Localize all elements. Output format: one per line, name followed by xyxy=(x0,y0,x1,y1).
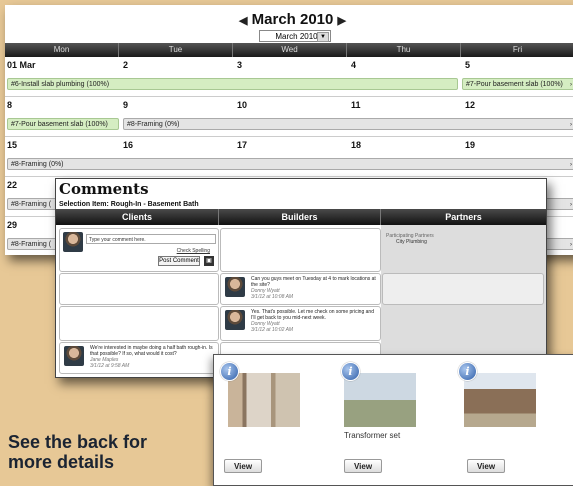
chevron-right-icon: › xyxy=(570,202,572,208)
comment-time: 3/1/12 at 10:08 AM xyxy=(251,294,294,300)
avatar xyxy=(63,232,83,252)
event-label: #7-Pour basement slab (100%) xyxy=(11,121,108,128)
weekday-thu: Thu xyxy=(347,43,461,57)
comment-card: Yes. That's possible. Let me check on so… xyxy=(220,306,381,341)
day-number[interactable]: 5 xyxy=(465,60,470,70)
comment-body: Can you guys meet on Tuesday at 4 to mar… xyxy=(251,276,376,288)
comment-input[interactable]: Type your comment here. xyxy=(86,234,216,244)
event-label: #8-Framing (0%) xyxy=(127,121,180,128)
comment-text: Yes. That's possible. Let me check on so… xyxy=(251,309,376,333)
day-number[interactable]: 17 xyxy=(237,140,247,150)
day-number[interactable]: 16 xyxy=(123,140,133,150)
weekday-wed: Wed xyxy=(233,43,347,57)
post-comment-button[interactable]: Post Comment xyxy=(158,256,200,266)
month-select[interactable]: March 2010 ▼ xyxy=(259,30,331,42)
month-title: March 2010 xyxy=(251,11,334,28)
avatar xyxy=(225,277,245,297)
info-icon[interactable]: i xyxy=(220,362,239,381)
day-number[interactable]: 01 Mar xyxy=(7,60,36,70)
photo-thumbnail[interactable] xyxy=(344,373,416,427)
day-number[interactable]: 12 xyxy=(465,100,475,110)
day-number[interactable]: 4 xyxy=(351,60,356,70)
comment-text: Can you guys meet on Tuesday at 4 to mar… xyxy=(251,276,376,300)
calendar-header: ◀ March 2010 ▶ March 2010 ▼ xyxy=(5,5,573,43)
column-partners: Partners xyxy=(445,212,482,222)
event-label: #8-Framing (0%) xyxy=(11,161,64,168)
day-number[interactable]: 29 xyxy=(7,220,17,230)
event-label: #8-Framing ( xyxy=(11,241,52,248)
view-button[interactable]: View xyxy=(344,459,382,473)
photo-caption: Transformer set xyxy=(344,431,401,440)
month-select-value: March 2010 xyxy=(275,32,318,41)
footer-note: See the back for more details xyxy=(8,432,147,472)
column-builders: Builders xyxy=(219,209,381,225)
calendar-week: 15 16 17 18 19 #8-Framing (0%) › xyxy=(5,137,573,177)
comments-panel: Comments Selection Item: Rough-In - Base… xyxy=(55,178,547,378)
day-number[interactable]: 8 xyxy=(7,100,12,110)
comment-card: We're interested in maybe doing a half b… xyxy=(59,342,219,374)
chevron-right-icon: › xyxy=(570,122,572,128)
clients-empty-cell xyxy=(59,306,219,341)
day-number[interactable]: 10 xyxy=(237,100,247,110)
day-number[interactable]: 18 xyxy=(351,140,361,150)
info-icon[interactable]: i xyxy=(341,362,360,381)
comment-time: 3/1/12 at 10:02 AM xyxy=(251,327,294,333)
event-label: #7-Pour basement slab (100%) xyxy=(466,81,563,88)
info-icon[interactable]: i xyxy=(458,362,477,381)
selection-item-label: Selection Item: Rough-In - Basement Bath xyxy=(59,201,199,208)
day-number[interactable]: 9 xyxy=(123,100,128,110)
clients-empty-cell xyxy=(59,273,219,305)
weekday-header-row: Mon Tue Wed Thu Fri xyxy=(5,43,573,57)
partner-name[interactable]: City Plumbing xyxy=(396,239,427,245)
camera-icon[interactable]: ▣ xyxy=(204,256,214,266)
calendar-event[interactable]: #6-Install slab plumbing (100%) xyxy=(7,78,458,90)
comments-column-header: Clients Builders Partners xyxy=(56,209,546,225)
view-button[interactable]: View xyxy=(467,459,505,473)
comment-body: We're interested in maybe doing a half b… xyxy=(90,345,213,357)
day-number[interactable]: 15 xyxy=(7,140,17,150)
day-number[interactable]: 3 xyxy=(237,60,242,70)
day-number[interactable]: 19 xyxy=(465,140,475,150)
footer-line-1: See the back for xyxy=(8,432,148,452)
calendar-event[interactable]: #7-Pour basement slab (100%) xyxy=(7,118,119,130)
chevron-right-icon: › xyxy=(570,82,572,88)
event-label: #6-Install slab plumbing (100%) xyxy=(11,81,110,88)
weekday-fri: Fri xyxy=(461,43,573,57)
calendar-week: 8 9 10 11 12 #7-Pour basement slab (100%… xyxy=(5,97,573,137)
day-number[interactable]: 22 xyxy=(7,180,17,190)
calendar-event[interactable]: #8-Framing (0%) › xyxy=(123,118,573,130)
check-spelling-link[interactable]: Check Spelling xyxy=(177,248,210,254)
chevron-down-icon[interactable]: ▼ xyxy=(317,32,329,42)
comments-title: Comments xyxy=(59,180,149,198)
comment-text: We're interested in maybe doing a half b… xyxy=(90,345,214,369)
photo-thumbnail[interactable] xyxy=(228,373,300,427)
calendar-event[interactable]: #8-Framing (0%) › xyxy=(7,158,573,170)
photo-thumbnail[interactable] xyxy=(464,373,536,427)
avatar xyxy=(64,346,84,366)
chevron-right-icon: › xyxy=(570,242,572,248)
month-title-row: ◀ March 2010 ▶ xyxy=(5,11,573,28)
calendar-week: 01 Mar 2 3 4 5 #6-Install slab plumbing … xyxy=(5,57,573,97)
photos-panel: i i i Transformer set View View View xyxy=(213,354,573,486)
builders-empty-cell xyxy=(220,228,381,272)
weekday-tue: Tue xyxy=(119,43,233,57)
avatar xyxy=(225,310,245,330)
event-label: #8-Framing ( xyxy=(11,201,52,208)
partners-cell xyxy=(382,273,544,305)
comment-body: Yes. That's possible. Let me check on so… xyxy=(251,309,374,321)
day-number[interactable]: 11 xyxy=(351,100,361,110)
comment-time: 3/1/12 at 9:58 AM xyxy=(90,363,130,369)
footer-line-2: more details xyxy=(8,452,115,472)
next-month-arrow-icon[interactable]: ▶ xyxy=(338,15,346,27)
chevron-right-icon: › xyxy=(570,162,572,168)
calendar-event[interactable]: #7-Pour basement slab (100%) › xyxy=(462,78,573,90)
comment-entry-box: Type your comment here. Check Spelling P… xyxy=(59,228,219,272)
day-number[interactable]: 2 xyxy=(123,60,128,70)
weekday-mon: Mon xyxy=(5,43,119,57)
comment-card: Can you guys meet on Tuesday at 4 to mar… xyxy=(220,273,381,305)
prev-month-arrow-icon[interactable]: ◀ xyxy=(239,15,247,27)
view-button[interactable]: View xyxy=(224,459,262,473)
column-clients: Clients xyxy=(56,209,219,225)
